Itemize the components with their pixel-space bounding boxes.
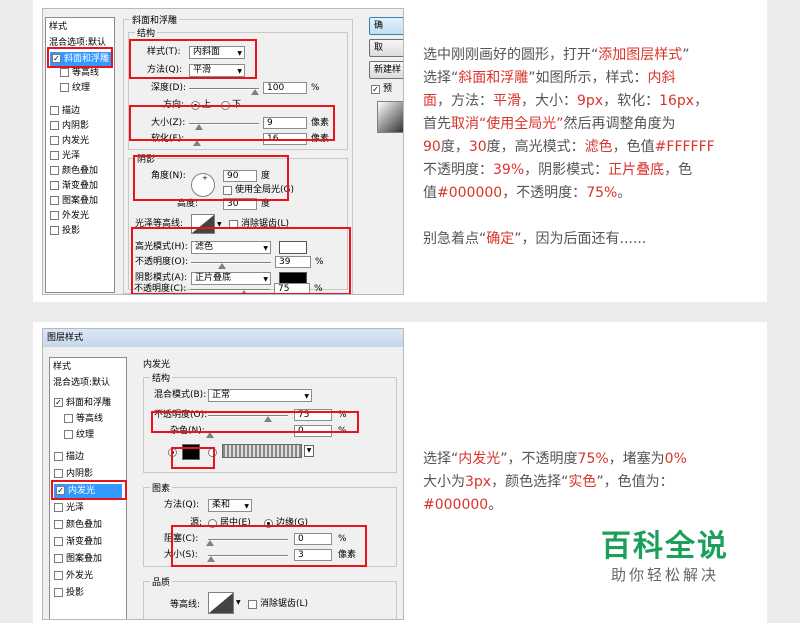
depth-unit: %	[311, 83, 320, 93]
blend-mode-select[interactable]: 正常	[208, 389, 312, 402]
depth-slider-track[interactable]	[189, 88, 259, 90]
photoshop-layer-style-dialog-bevel: 样式 混合选项:默认 ✓ 斜面和浮雕 等高线 纹理 描边 内阴影 内发光 光泽 …	[42, 8, 404, 295]
highlight-box-opacity	[151, 411, 359, 433]
highlight-box-bevel-item	[47, 47, 113, 68]
photoshop-layer-style-dialog-inner-glow: 图层样式 样式 混合选项:默认 ✓ 斜面和浮雕 等高线 纹理 描边 内阴影 ✓ 内发…	[42, 328, 404, 620]
elements-title: 图素	[150, 481, 173, 494]
depth-input[interactable]: 100	[263, 82, 307, 94]
antialias-checkbox[interactable]	[248, 600, 257, 609]
chevron-down-icon[interactable]: ▼	[304, 445, 314, 457]
preview-checkbox[interactable]: ✓	[371, 85, 380, 94]
watermark-slogan: 助你轻松解决	[611, 566, 720, 584]
quality-title: 品质	[150, 575, 173, 588]
depth-label: 深度(D):	[151, 83, 186, 93]
step1-description: 选中刚刚画好的圆形，打开“添加图层样式” 选择“斜面和浮雕”如图所示，样式：内斜…	[423, 47, 715, 247]
antialias-label: 消除锯齿(L)	[260, 599, 309, 609]
style-preview-thumbnail	[377, 101, 403, 133]
step2-description: 选择“内发光”，不透明度75%，堵塞为0% 大小为3px，颜色选择“实色”，色值…	[423, 451, 687, 513]
highlight-box-style-method	[129, 39, 257, 79]
quality-group: 品质 等高线: ▼ 消除锯齿(L)	[143, 575, 397, 619]
structure-title: 结构	[150, 371, 173, 384]
highlight-box-angle-altitude	[133, 155, 289, 201]
style-list-header: 样式	[49, 22, 68, 32]
method-label: 方法(Q):	[164, 500, 200, 510]
group-title: 内发光	[141, 357, 173, 370]
chevron-down-icon[interactable]: ▼	[236, 599, 241, 606]
window-title: 图层样式	[43, 329, 403, 347]
method-select[interactable]: 柔和	[208, 499, 252, 512]
highlight-box-highlight-shadow	[131, 227, 351, 294]
gradient-picker[interactable]	[222, 444, 302, 458]
highlight-box-solid-color	[171, 447, 215, 469]
inner-glow-group: 内发光 结构 混合模式(B): 正常 不透明度(O): 75 % 杂色(N): …	[139, 357, 401, 619]
contour-picker[interactable]	[208, 592, 234, 614]
ok-button[interactable]: 确	[369, 17, 403, 35]
tutorial-step-inner-glow: 图层样式 样式 混合选项:默认 ✓ 斜面和浮雕 等高线 纹理 描边 内阴影 ✓ 内发…	[33, 322, 767, 623]
group-title: 斜面和浮雕	[130, 13, 180, 26]
contour-label: 等高线:	[170, 600, 201, 610]
preview-label: 预	[383, 84, 393, 94]
cancel-button[interactable]: 取	[369, 39, 403, 57]
blend-options-item[interactable]: 混合选项:默认	[53, 376, 110, 390]
contour-curve-icon	[209, 593, 233, 613]
highlight-box-size-soften	[129, 105, 335, 141]
blend-mode-label: 混合模式(B):	[154, 390, 207, 400]
highlight-box-choke-size	[171, 525, 367, 567]
new-style-button[interactable]: 新建样	[369, 61, 403, 79]
tutorial-step-bevel-emboss: 样式 混合选项:默认 ✓ 斜面和浮雕 等高线 纹理 描边 内阴影 内发光 光泽 …	[33, 0, 767, 302]
style-list-header: 样式	[53, 362, 72, 372]
depth-slider-thumb[interactable]	[251, 89, 259, 95]
watermark-logo-text: 百科全说	[601, 529, 729, 564]
highlight-box-inner-glow-item	[51, 480, 127, 500]
structure-title: 结构	[135, 26, 158, 39]
